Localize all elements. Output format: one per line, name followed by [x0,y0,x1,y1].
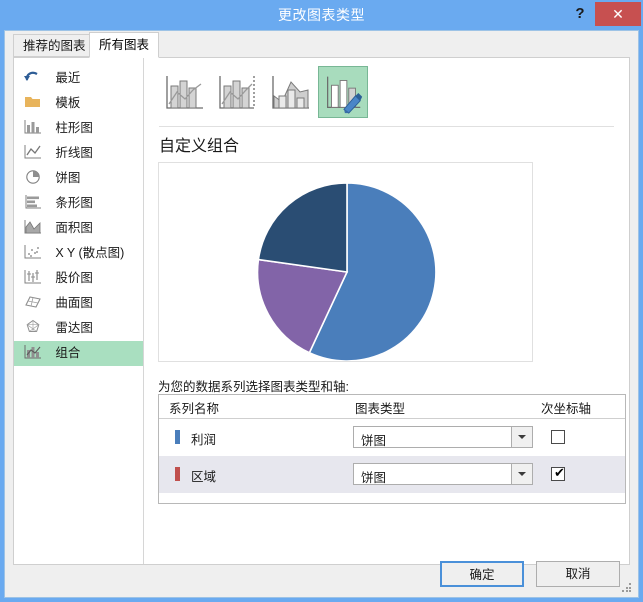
series-prompt-label: 为您的数据系列选择图表类型和轴: [158,380,349,394]
sidebar-item-label: 模板 [55,96,81,110]
column-chart-icon [22,118,44,136]
secondary-axis-checkbox-profit[interactable] [551,430,565,444]
column-header-chart-type: 图表类型 [355,402,406,416]
sidebar-item-label: 最近 [55,71,81,85]
help-button[interactable]: ? [569,3,591,25]
sidebar-item-recent[interactable]: 最近 [14,66,143,91]
sidebar-item-surface[interactable]: 曲面图 [14,291,143,316]
secondary-axis-checkbox-region[interactable]: ✔ [551,465,565,481]
sidebar-item-combo[interactable]: 组合 [14,341,143,366]
cancel-button[interactable]: 取消 [536,561,620,587]
tab-all-charts[interactable]: 所有图表 [89,32,160,58]
sidebar-item-label: 雷达图 [55,321,93,335]
area-chart-icon [22,218,44,236]
table-row: 利润 饼图 [159,419,625,456]
bar-chart-icon [22,193,44,211]
chart-subtype-thumb-clustered-column-line-secondary[interactable] [212,66,262,118]
sidebar-item-bar[interactable]: 条形图 [14,191,143,216]
sidebar-item-label: 饼图 [55,171,81,185]
checkmark-icon: ✔ [554,465,565,480]
chart-type-select-region[interactable]: 饼图 [353,463,533,485]
tab-strip: 推荐的图表 所有图表 [5,31,638,58]
pie-chart-icon [22,168,44,186]
radar-chart-icon [22,318,44,336]
table-row: 区域 饼图 ✔ [159,456,625,493]
pie-slice-3 [257,182,348,273]
chevron-down-icon[interactable] [511,427,532,447]
sidebar-item-pie[interactable]: 饼图 [14,166,143,191]
combo-chart-icon [22,343,44,361]
series-table-header: 系列名称 图表类型 次坐标轴 [159,395,625,419]
scatter-chart-icon [22,243,44,261]
chart-type-value: 饼图 [361,434,387,448]
chart-type-value: 饼图 [361,471,387,485]
line-chart-icon [22,143,44,161]
ok-button[interactable]: 确定 [440,561,524,587]
chart-subtype-gallery [159,66,369,122]
sidebar-item-label: 股价图 [55,271,93,285]
chart-subtype-thumb-clustered-column-line[interactable] [159,66,209,118]
series-name: 区域 [191,470,217,484]
series-table: 系列名称 图表类型 次坐标轴 利润 饼图 区域 饼图 ✔ [158,394,626,504]
sidebar-item-label: 组合 [55,346,81,360]
chevron-down-icon[interactable] [511,464,532,484]
dialog-client-area: 推荐的图表 所有图表 最近 模板 柱形图 折线图 饼图 条形图 面积图 X Y … [4,30,639,598]
sidebar-item-stock[interactable]: 股价图 [14,266,143,291]
sidebar-item-radar[interactable]: 雷达图 [14,316,143,341]
sidebar-item-area[interactable]: 面积图 [14,216,143,241]
column-header-series-name: 系列名称 [169,402,220,416]
tab-recommended-charts[interactable]: 推荐的图表 [13,34,96,57]
resize-grip[interactable] [622,583,632,593]
chart-subtype-thumb-custom-combination[interactable] [318,66,368,118]
folder-icon [22,93,44,111]
title-bar: 更改图表类型 ? ✕ [0,0,643,30]
sidebar-item-label: 面积图 [55,221,93,235]
sidebar-item-label: 条形图 [55,196,93,210]
sidebar-item-label: 折线图 [55,146,93,160]
series-name: 利润 [191,433,217,447]
all-charts-panel: 最近 模板 柱形图 折线图 饼图 条形图 面积图 X Y (散点图) 股价图 曲… [13,57,630,565]
dialog-title: 更改图表类型 [278,7,365,23]
chart-preview [158,162,533,362]
sidebar-item-label: 曲面图 [55,296,93,310]
sidebar-item-label: 柱形图 [55,121,93,135]
pie-chart-svg [256,182,437,362]
change-chart-type-dialog: 更改图表类型 ? ✕ 推荐的图表 所有图表 最近 模板 柱形图 折线图 饼图 条… [0,0,643,602]
stock-chart-icon [22,268,44,286]
gallery-divider [159,126,614,127]
column-header-secondary-axis: 次坐标轴 [541,402,592,416]
recent-arrow-icon [22,68,44,86]
sidebar-item-scatter[interactable]: X Y (散点图) [14,241,143,266]
chart-type-select-profit[interactable]: 饼图 [353,426,533,448]
sidebar-item-column[interactable]: 柱形图 [14,116,143,141]
chart-category-list: 最近 模板 柱形图 折线图 饼图 条形图 面积图 X Y (散点图) 股价图 曲… [14,58,144,564]
sidebar-item-templates[interactable]: 模板 [14,91,143,116]
close-button[interactable]: ✕ [595,2,641,26]
chart-subtype-thumb-stacked-area-clustered-column[interactable] [265,66,315,118]
page-title: 自定义组合 [159,138,240,155]
series-color-swatch [175,467,180,481]
series-color-swatch [175,430,180,444]
sidebar-item-line[interactable]: 折线图 [14,141,143,166]
sidebar-item-label: X Y (散点图) [55,246,125,260]
surface-chart-icon [22,293,44,311]
chart-options-area: 自定义组合 为您的数据系列选择图表类型和轴: 系列名称 图表类型 次坐标轴 利润… [145,58,629,564]
